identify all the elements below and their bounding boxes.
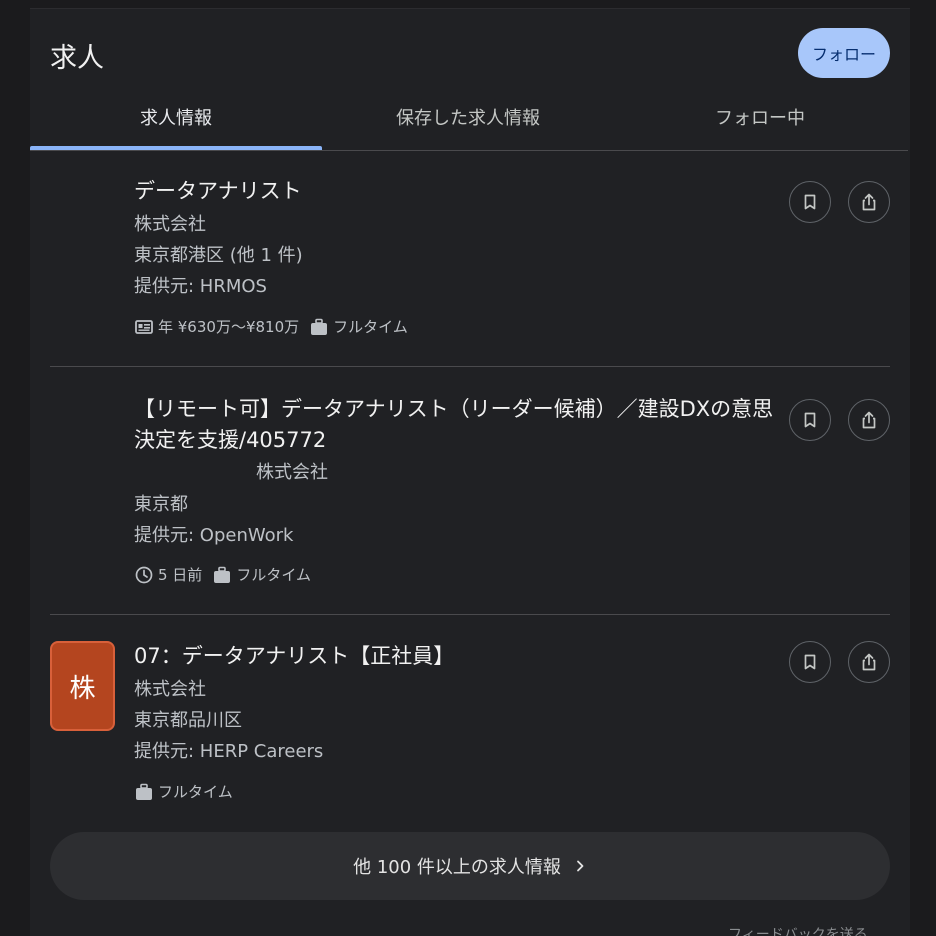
job-meta: 年 ¥630万〜¥810万 フルタイム [134, 316, 408, 337]
job-source: 提供元: OpenWork [134, 525, 294, 546]
job-title[interactable]: データアナリスト [134, 176, 774, 207]
job-company: 株式会社 [256, 462, 328, 483]
job-location: 東京都港区 (他 1 件) [134, 245, 303, 266]
feedback-link[interactable]: フィードバックを送る [728, 924, 868, 936]
tab-saved-jobs[interactable]: 保存した求人情報 [322, 84, 614, 150]
job-title[interactable]: 07：データアナリスト【正社員】 [134, 641, 774, 672]
job-meta: 5 日前 フルタイム [134, 564, 311, 585]
job-card[interactable]: 【リモート可】データアナリスト（リーダー候補）／建設DXの意思決定を支援/405… [50, 394, 890, 594]
job-salary: 年 ¥630万〜¥810万 [158, 318, 300, 336]
job-location: 東京都品川区 [134, 710, 242, 731]
save-job-button[interactable] [789, 181, 831, 223]
salary-icon [134, 317, 154, 337]
job-card[interactable]: データアナリスト 株式会社 東京都港区 (他 1 件) 提供元: HRMOS 年… [50, 176, 890, 346]
job-source: 提供元: HERP Careers [134, 741, 324, 762]
job-source: 提供元: HRMOS [134, 276, 267, 297]
briefcase-icon [134, 782, 154, 802]
more-jobs-button[interactable]: 他 100 件以上の求人情報 [50, 832, 890, 900]
share-job-button[interactable] [848, 181, 890, 223]
tab-following[interactable]: フォロー中 [614, 84, 906, 150]
tabs-divider [30, 150, 908, 151]
job-employment-type: フルタイム [158, 783, 233, 801]
job-company: 株式会社 [134, 679, 206, 700]
job-employment-type: フルタイム [236, 566, 312, 584]
share-job-button[interactable] [848, 399, 890, 441]
bookmark-icon [804, 654, 816, 670]
bookmark-icon [804, 194, 816, 210]
job-employment-type: フルタイム [333, 318, 408, 336]
follow-button[interactable]: フォロー [798, 28, 890, 78]
briefcase-icon [309, 317, 329, 337]
save-job-button[interactable] [789, 399, 831, 441]
share-icon [862, 193, 876, 211]
page-title: 求人 [50, 43, 104, 74]
share-icon [862, 653, 876, 671]
job-divider [50, 366, 890, 367]
share-job-button[interactable] [848, 641, 890, 683]
share-icon [862, 411, 876, 429]
bookmark-icon [804, 412, 816, 428]
job-card[interactable]: 株 07：データアナリスト【正社員】 株式会社 東京都品川区 提供元: HERP… [50, 641, 890, 811]
chevron-right-icon [573, 859, 587, 873]
job-divider [50, 614, 890, 615]
tab-job-info[interactable]: 求人情報 [30, 84, 322, 150]
briefcase-icon [212, 565, 232, 585]
save-job-button[interactable] [789, 641, 831, 683]
clock-icon [134, 565, 154, 585]
job-company: 株式会社 [134, 214, 206, 235]
more-jobs-label: 他 100 件以上の求人情報 [353, 857, 561, 878]
job-posted: 5 日前 [158, 566, 203, 584]
job-meta: フルタイム [134, 781, 233, 802]
job-title[interactable]: 【リモート可】データアナリスト（リーダー候補）／建設DXの意思決定を支援/405… [134, 394, 774, 456]
job-location: 東京都 [134, 494, 188, 515]
tab-bar: 求人情報 保存した求人情報 フォロー中 [30, 84, 908, 150]
company-logo: 株 [50, 641, 115, 731]
